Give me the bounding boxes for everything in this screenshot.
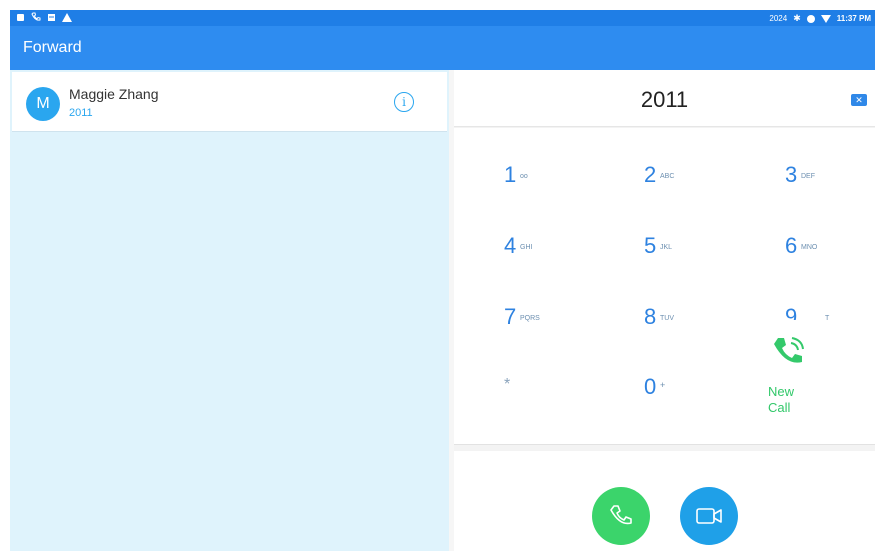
- key-star[interactable]: *: [504, 368, 594, 408]
- key-letters: DEF: [801, 173, 815, 180]
- key-digit: 5: [644, 233, 657, 258]
- dialed-number[interactable]: 2011: [454, 87, 875, 113]
- call-actions-bar: [454, 451, 875, 551]
- key-digit: 4: [504, 233, 517, 258]
- key-6[interactable]: 6 MNO: [785, 227, 875, 267]
- phone-screen: 2024 ✱ 11:37 PM Forward M Maggie Zhang 2…: [10, 10, 875, 551]
- backspace-icon[interactable]: ✕: [851, 94, 867, 106]
- dialer-panel: 2011 ✕ 1 oo 2 ABC 3 DEF 4 GHI 5 JKL 6 MN…: [454, 70, 875, 551]
- key-4[interactable]: 4 GHI: [504, 227, 594, 267]
- phone-ringing-icon: [774, 337, 804, 363]
- key-digit: 6: [785, 233, 798, 258]
- contact-list-item[interactable]: M Maggie Zhang 2011 i: [12, 72, 447, 132]
- key-letters: TUV: [660, 315, 674, 322]
- key-8[interactable]: 8 TUV: [644, 298, 734, 338]
- sim-icon: [17, 13, 24, 21]
- video-call-button[interactable]: [680, 487, 738, 545]
- new-call-label-line2: Call: [768, 400, 791, 415]
- new-call-label-line1: New: [768, 384, 795, 399]
- page-title: Forward: [23, 39, 82, 56]
- phone-icon: [31, 12, 41, 21]
- key-letters: oo: [520, 173, 528, 180]
- location-icon: [806, 14, 815, 23]
- key-letters: GHI: [520, 244, 533, 251]
- status-bar: 2024 ✱ 11:37 PM: [10, 10, 875, 26]
- avatar: M: [26, 87, 60, 121]
- key-digit: 2: [644, 162, 657, 187]
- key-letters: T: [825, 315, 830, 322]
- app-bar: Forward: [10, 26, 875, 70]
- info-icon[interactable]: i: [394, 92, 414, 112]
- key-digit: 3: [785, 162, 798, 187]
- key-3[interactable]: 3 DEF: [785, 156, 875, 196]
- divider: [454, 444, 875, 445]
- status-bar-right: 2024 ✱ 11:37 PM: [769, 13, 871, 24]
- dialed-number-bar: 2011 ✕: [454, 70, 875, 127]
- video-camera-icon: [696, 508, 722, 524]
- contact-list-panel: M Maggie Zhang 2011 i: [10, 70, 449, 551]
- status-bar-left-icons: [16, 12, 72, 22]
- contact-name: Maggie Zhang: [69, 86, 159, 102]
- wifi-icon: [820, 14, 831, 23]
- key-digit: 1: [504, 162, 517, 187]
- voice-call-button[interactable]: [592, 487, 650, 545]
- key-letters: +: [660, 380, 666, 390]
- warning-icon: [62, 12, 72, 22]
- key-1[interactable]: 1 oo: [504, 156, 594, 196]
- key-digit: 0: [644, 374, 657, 399]
- key-letters: JKL: [660, 244, 673, 251]
- new-call-label: New Call: [768, 384, 818, 416]
- phone-icon: [610, 505, 632, 525]
- key-5[interactable]: 5 JKL: [644, 227, 734, 267]
- status-bar-time: 11:37 PM: [836, 14, 871, 23]
- status-bar-text: 2024: [769, 14, 788, 23]
- bluetooth-icon: ✱: [793, 13, 801, 23]
- key-letters: MNO: [801, 244, 818, 251]
- key-letters: ABC: [660, 173, 675, 180]
- key-2[interactable]: 2 ABC: [644, 156, 734, 196]
- message-icon: [48, 13, 55, 21]
- key-digit: *: [504, 376, 511, 393]
- key-letters: PQRS: [520, 315, 540, 322]
- key-7[interactable]: 7 PQRS: [504, 298, 594, 338]
- key-digit: 7: [504, 304, 517, 329]
- new-call-popup[interactable]: New Call: [756, 320, 822, 420]
- contact-number: 2011: [69, 107, 93, 119]
- key-digit: 8: [644, 304, 657, 329]
- key-0[interactable]: 0 +: [644, 368, 734, 408]
